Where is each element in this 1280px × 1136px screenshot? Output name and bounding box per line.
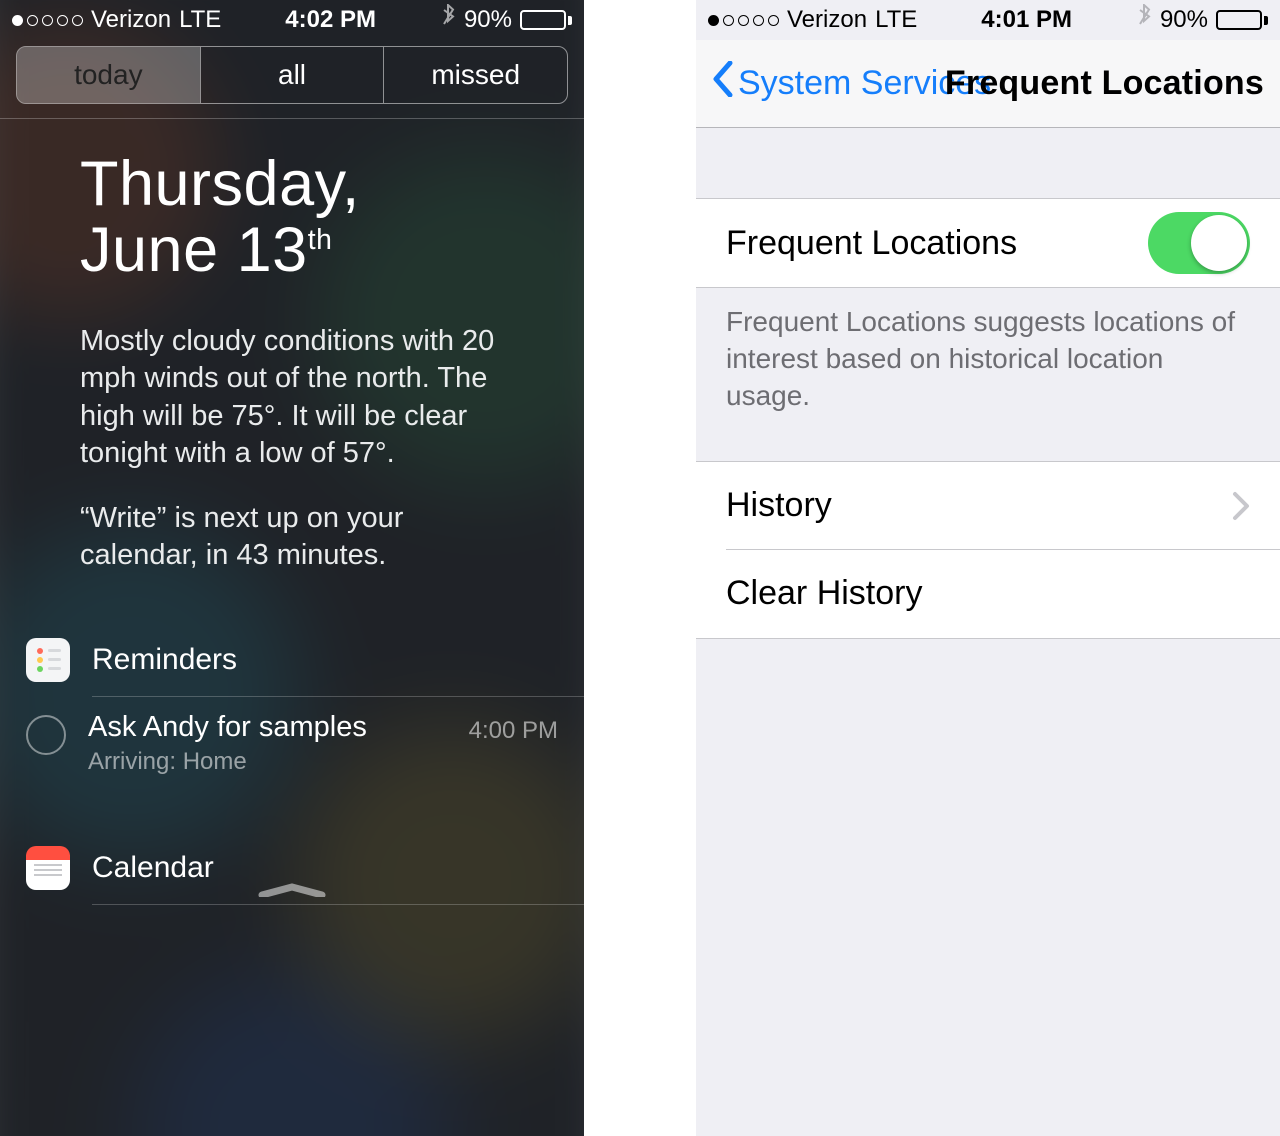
status-bar: Verizon LTE 4:02 PM 90% <box>0 0 584 40</box>
tab-all[interactable]: all <box>200 47 384 103</box>
notification-center-screen: Verizon LTE 4:02 PM 90% today all missed… <box>0 0 584 1136</box>
settings-frequent-locations-screen: Verizon LTE 4:01 PM 90% System Services … <box>696 0 1280 1136</box>
battery-icon <box>520 10 572 30</box>
today-date: Thursday, June 13th <box>0 119 584 283</box>
reminders-title: Reminders <box>92 643 237 677</box>
clock-label: 4:02 PM <box>285 6 376 34</box>
tab-today[interactable]: today <box>17 47 200 103</box>
carrier-label: Verizon <box>787 6 867 34</box>
clear-history-cell[interactable]: Clear History <box>696 550 1280 638</box>
battery-percent-label: 90% <box>1160 6 1208 34</box>
page-title: Frequent Locations <box>945 64 1264 103</box>
date-line-2: June 13th <box>80 217 524 283</box>
settings-group-1: Frequent Locations <box>696 199 1280 287</box>
frequent-locations-description: Frequent Locations suggests locations of… <box>696 288 1280 415</box>
reminder-title: Ask Andy for samples <box>88 711 447 744</box>
frequent-locations-cell: Frequent Locations <box>696 199 1280 287</box>
calendar-app-icon <box>26 846 70 890</box>
image-gap <box>584 0 696 1136</box>
today-summary: Mostly cloudy conditions with 20 mph win… <box>0 283 584 574</box>
tab-missed[interactable]: missed <box>383 47 567 103</box>
status-bar: Verizon LTE 4:01 PM 90% <box>696 0 1280 40</box>
network-label: LTE <box>875 6 917 34</box>
signal-dots-icon <box>12 15 83 26</box>
reminder-subtitle: Arriving: Home <box>88 748 447 776</box>
frequent-locations-switch[interactable] <box>1148 212 1250 274</box>
settings-group-2: History Clear History <box>696 462 1280 638</box>
section-spacer <box>696 128 1280 198</box>
reminder-item[interactable]: Ask Andy for samples Arriving: Home 4:00… <box>0 697 584 776</box>
bluetooth-icon <box>440 4 456 37</box>
bluetooth-icon <box>1136 4 1152 37</box>
battery-percent-label: 90% <box>464 6 512 34</box>
reminders-app-icon <box>26 638 70 682</box>
history-cell[interactable]: History <box>696 462 1280 550</box>
divider <box>696 638 1280 639</box>
carrier-label: Verizon <box>91 6 171 34</box>
history-label: History <box>726 486 832 525</box>
calendar-summary: “Write” is next up on your calendar, in … <box>80 500 529 574</box>
weather-summary: Mostly cloudy conditions with 20 mph win… <box>80 323 529 471</box>
segmented-control[interactable]: today all missed <box>16 46 568 104</box>
grabber-handle-icon[interactable] <box>257 883 327 897</box>
reminder-time: 4:00 PM <box>469 717 558 745</box>
navigation-bar: System Services Frequent Locations <box>696 40 1280 128</box>
clear-history-label: Clear History <box>726 574 922 613</box>
chevron-right-icon <box>1232 491 1250 521</box>
network-label: LTE <box>179 6 221 34</box>
chevron-left-icon <box>710 61 734 106</box>
battery-icon <box>1216 10 1268 30</box>
date-line-1: Thursday, <box>80 151 524 217</box>
clock-label: 4:01 PM <box>981 6 1072 34</box>
section-spacer <box>696 415 1280 461</box>
reminders-section: Reminders Ask Andy for samples Arriving:… <box>0 638 584 776</box>
signal-dots-icon <box>708 15 779 26</box>
divider <box>92 904 584 905</box>
reminder-checkbox[interactable] <box>26 715 66 755</box>
frequent-locations-label: Frequent Locations <box>726 224 1017 263</box>
calendar-title: Calendar <box>92 851 214 885</box>
